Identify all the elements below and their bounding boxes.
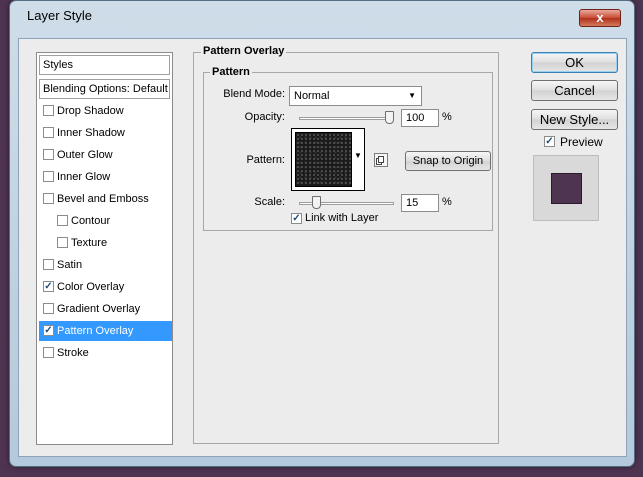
- style-item-label: Pattern Overlay: [57, 325, 134, 337]
- style-item-label: Contour: [71, 215, 111, 227]
- pattern-label: Pattern:: [246, 154, 285, 166]
- blend-mode-label: Blend Mode:: [223, 88, 285, 100]
- panel-title: Pattern Overlay: [201, 45, 287, 57]
- drop-shadow-checkbox-icon[interactable]: [43, 105, 54, 116]
- pattern-preview: [295, 132, 352, 187]
- preview-box: [533, 155, 599, 221]
- opacity-slider-track[interactable]: [299, 117, 394, 120]
- ok-button[interactable]: OK: [531, 52, 618, 73]
- new-preset-icon-front: [378, 156, 384, 163]
- style-item-label: Stroke: [57, 347, 89, 359]
- style-item-outer-glow[interactable]: Outer Glow: [39, 145, 172, 165]
- close-button[interactable]: x: [579, 9, 621, 27]
- contour-checkbox-icon[interactable]: [57, 215, 68, 226]
- preview-check-icon[interactable]: ✓: [544, 136, 555, 147]
- style-item-color-overlay[interactable]: ✓ Color Overlay: [39, 277, 172, 297]
- opacity-input[interactable]: 100: [401, 109, 439, 127]
- style-item-label: Satin: [57, 259, 83, 271]
- styles-header[interactable]: Styles: [39, 55, 170, 75]
- inner-glow-checkbox-icon[interactable]: [43, 171, 54, 182]
- title-bar[interactable]: Layer Style x: [10, 1, 634, 29]
- link-with-layer-label: Link with Layer: [305, 212, 379, 224]
- inner-shadow-checkbox-icon[interactable]: [43, 127, 54, 138]
- style-item-label: Color Overlay: [57, 281, 125, 293]
- style-item-contour[interactable]: Contour: [39, 211, 172, 231]
- scale-label: Scale:: [254, 196, 285, 208]
- stroke-checkbox-icon[interactable]: [43, 347, 54, 358]
- style-item-pattern-overlay[interactable]: ✓ Pattern Overlay: [39, 321, 172, 341]
- outer-glow-checkbox-icon[interactable]: [43, 149, 54, 160]
- style-item-texture[interactable]: Texture: [39, 233, 172, 253]
- blend-mode-value: Normal: [294, 90, 330, 102]
- style-item-bevel-and-emboss[interactable]: Bevel and Emboss: [39, 189, 172, 209]
- scale-input[interactable]: 15: [401, 194, 439, 212]
- pattern-overlay-checkbox-icon[interactable]: ✓: [43, 325, 54, 336]
- preview-swatch: [551, 173, 582, 204]
- style-item-label: Bevel and Emboss: [57, 193, 149, 205]
- styles-list: Styles Blending Options: Default Drop Sh…: [36, 52, 173, 445]
- style-item-label: Inner Glow: [57, 171, 111, 183]
- gradient-overlay-checkbox-icon[interactable]: [43, 303, 54, 314]
- style-item-gradient-overlay[interactable]: Gradient Overlay: [39, 299, 172, 319]
- style-item-inner-glow[interactable]: Inner Glow: [39, 167, 172, 187]
- preview-label: Preview: [560, 135, 603, 149]
- style-item-drop-shadow[interactable]: Drop Shadow: [39, 101, 172, 121]
- style-item-label: Inner Shadow: [57, 127, 125, 139]
- new-style-button[interactable]: New Style...: [531, 109, 618, 130]
- texture-checkbox-icon[interactable]: [57, 237, 68, 248]
- pattern-dropdown-icon[interactable]: ▼: [354, 151, 362, 160]
- style-item-satin[interactable]: Satin: [39, 255, 172, 275]
- window-title: Layer Style: [27, 8, 93, 23]
- style-item-inner-shadow[interactable]: Inner Shadow: [39, 123, 172, 143]
- snap-to-origin-button[interactable]: Snap to Origin: [405, 151, 491, 171]
- cancel-button[interactable]: Cancel: [531, 80, 618, 101]
- chevron-down-icon: ▼: [408, 91, 416, 100]
- opacity-percent-sign: %: [442, 111, 452, 123]
- scale-percent-sign: %: [442, 196, 452, 208]
- style-item-label: Texture: [71, 237, 108, 249]
- blending-options-header[interactable]: Blending Options: Default: [39, 79, 170, 99]
- satin-checkbox-icon[interactable]: [43, 259, 54, 270]
- pattern-group-title: Pattern: [210, 66, 252, 78]
- new-preset-button[interactable]: [374, 153, 388, 167]
- link-with-layer-check-icon[interactable]: ✓: [291, 213, 302, 224]
- color-overlay-checkbox-icon[interactable]: ✓: [43, 281, 54, 292]
- layer-style-dialog: Layer Style x Styles Blending Options: D…: [9, 0, 635, 467]
- opacity-slider-thumb[interactable]: [385, 111, 394, 124]
- style-item-stroke[interactable]: Stroke: [39, 343, 172, 363]
- dialog-body: Styles Blending Options: Default Drop Sh…: [18, 38, 627, 457]
- style-item-label: Drop Shadow: [57, 105, 124, 117]
- pattern-picker[interactable]: ▼: [291, 128, 365, 191]
- scale-slider-thumb[interactable]: [311, 196, 321, 209]
- blend-mode-select[interactable]: Normal ▼: [289, 86, 422, 106]
- style-item-label: Outer Glow: [57, 149, 113, 161]
- bevel-and-emboss-checkbox-icon[interactable]: [43, 193, 54, 204]
- close-icon: x: [596, 10, 604, 25]
- opacity-label: Opacity:: [244, 111, 285, 123]
- style-item-label: Gradient Overlay: [57, 303, 141, 315]
